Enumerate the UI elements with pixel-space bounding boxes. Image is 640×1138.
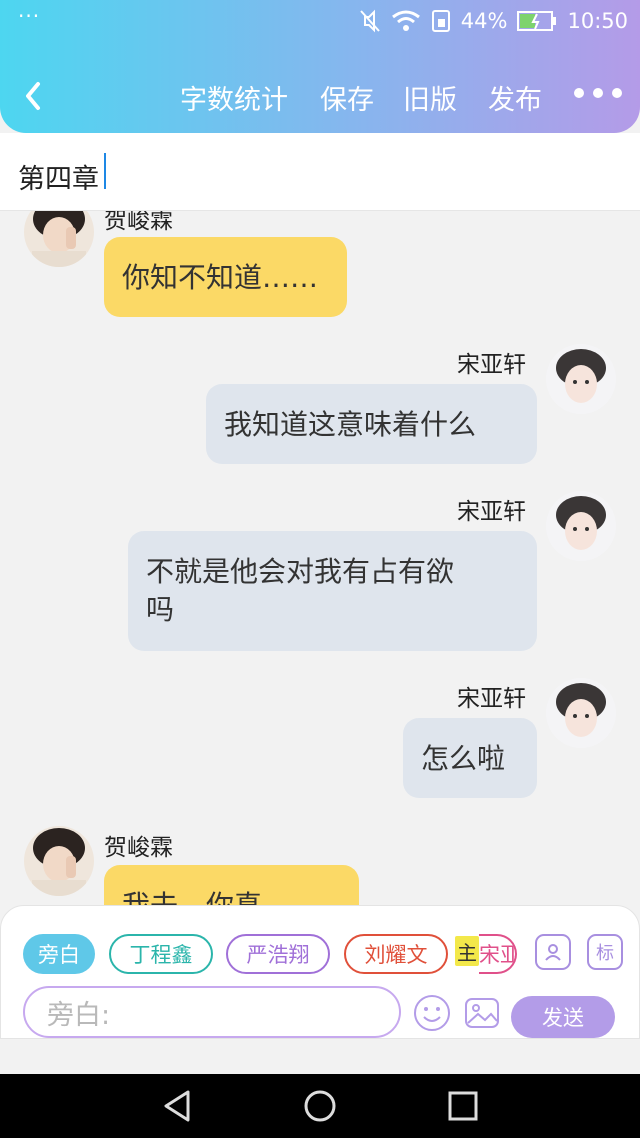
chat-area: 贺峻霖 你知不知道…… 宋亚轩 我知道这意味着什么 宋亚轩 不就是他会对我有占有…: [0, 211, 640, 906]
avatar-he-junlin[interactable]: [24, 826, 94, 896]
chapter-title-bar[interactable]: 第四章: [0, 133, 640, 211]
message-input[interactable]: 旁白:: [23, 986, 401, 1038]
notification-dots: ···: [18, 4, 41, 28]
role-chip[interactable]: 严浩翔: [226, 934, 330, 974]
role-chip[interactable]: 丁程鑫: [109, 934, 213, 974]
speaker-name: 贺峻霖: [104, 835, 173, 861]
send-button[interactable]: 发送: [511, 996, 615, 1038]
publish-button[interactable]: 发布: [488, 78, 542, 117]
image-icon[interactable]: [463, 994, 501, 1032]
compose-panel: 旁白 丁程鑫 严浩翔 刘耀文 主 宋亚 标 旁白: 发送: [0, 905, 640, 1039]
message-bubble[interactable]: 我知道这意味着什么: [206, 384, 537, 464]
tag-button[interactable]: 标: [587, 934, 623, 970]
avatar-song-yaxuan[interactable]: [546, 344, 616, 414]
message-bubble[interactable]: 怎么啦: [403, 718, 537, 798]
speaker-name: 贺峻霖: [104, 211, 173, 234]
status-icons: 44% 10:50: [359, 9, 628, 33]
role-chip-main[interactable]: 主: [455, 936, 479, 966]
avatar-song-yaxuan[interactable]: [546, 678, 616, 748]
message-bubble[interactable]: 你知不知道……: [104, 237, 347, 317]
speaker-name: 宋亚轩: [457, 352, 526, 378]
back-triangle-icon[interactable]: [158, 1088, 198, 1124]
status-bar: ··· 44% 10:50: [0, 0, 640, 44]
sim-icon: [431, 10, 450, 32]
message-bubble[interactable]: 不就是他会对我有占有欲 吗: [128, 531, 537, 651]
battery-icon: [517, 11, 557, 31]
system-nav-bar: [0, 1074, 640, 1138]
emoji-icon[interactable]: [413, 994, 451, 1032]
wifi-icon: [391, 10, 420, 31]
clock: 10:50: [567, 9, 628, 33]
word-count-button[interactable]: 字数统计: [180, 78, 288, 117]
message-bubble[interactable]: 我去…你真…: [104, 865, 359, 906]
chapter-title-input[interactable]: 第四章: [18, 157, 99, 196]
recents-square-icon[interactable]: [442, 1088, 482, 1124]
battery-percent: 44%: [460, 9, 508, 33]
message-text-line: 不就是他会对我有占有欲: [146, 555, 455, 588]
old-version-button[interactable]: 旧版: [403, 78, 457, 117]
role-chip[interactable]: 刘耀文: [344, 934, 448, 974]
avatar-song-yaxuan[interactable]: [546, 491, 616, 561]
save-button[interactable]: 保存: [320, 78, 374, 117]
more-menu-icon[interactable]: [574, 88, 622, 98]
avatar-he-junlin[interactable]: [24, 211, 94, 267]
text-cursor: [104, 153, 106, 189]
screen: ··· 44% 10:50 字数统计 保存 旧版 发布 第四章 贺峻霖 你知不知…: [0, 0, 640, 1138]
back-arrow-icon[interactable]: [20, 76, 50, 116]
header: ··· 44% 10:50 字数统计 保存 旧版 发布: [0, 0, 640, 133]
contact-card-icon[interactable]: [535, 934, 571, 970]
mute-icon: [360, 9, 380, 33]
role-chip-narration[interactable]: 旁白: [23, 934, 95, 974]
speaker-name: 宋亚轩: [457, 686, 526, 712]
message-text-line: 吗: [146, 593, 175, 626]
role-chip[interactable]: 宋亚: [479, 934, 517, 974]
toolbar: 字数统计 保存 旧版 发布: [0, 70, 640, 120]
home-circle-icon[interactable]: [300, 1088, 340, 1124]
speaker-name: 宋亚轩: [457, 499, 526, 525]
